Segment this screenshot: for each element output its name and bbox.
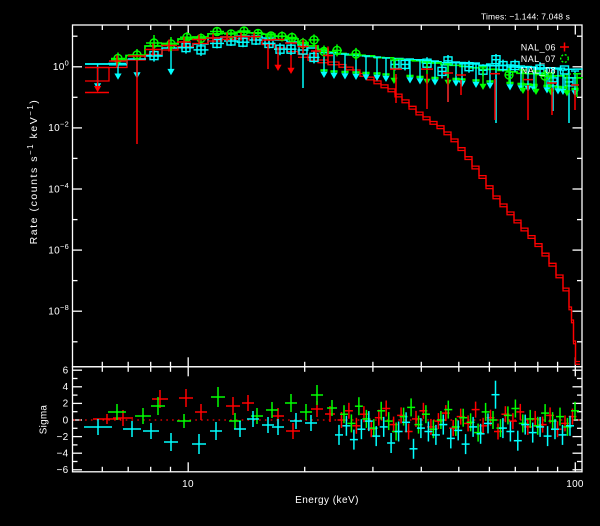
svg-text:4: 4 (63, 382, 69, 393)
svg-text:100: 100 (566, 479, 584, 490)
svg-text:Energy (keV): Energy (keV) (295, 495, 359, 506)
svg-text:Rate (counts s−1 keV−1): Rate (counts s−1 keV−1) (26, 99, 40, 245)
svg-text:6: 6 (63, 366, 69, 377)
svg-text:NAL_07: NAL_07 (521, 54, 556, 64)
svg-text:NAL_08: NAL_08 (521, 65, 556, 75)
svg-text:−4: −4 (56, 449, 68, 460)
svg-text:Times: −1.144: 7.048 s: Times: −1.144: 7.048 s (481, 11, 570, 21)
svg-text:2: 2 (63, 399, 69, 410)
svg-text:NAL_06: NAL_06 (521, 42, 556, 52)
svg-text:−2: −2 (56, 432, 68, 443)
svg-text:10: 10 (182, 479, 194, 490)
svg-text:0: 0 (63, 415, 69, 426)
svg-text:Sigma: Sigma (39, 405, 50, 435)
svg-text:−6: −6 (56, 465, 68, 476)
